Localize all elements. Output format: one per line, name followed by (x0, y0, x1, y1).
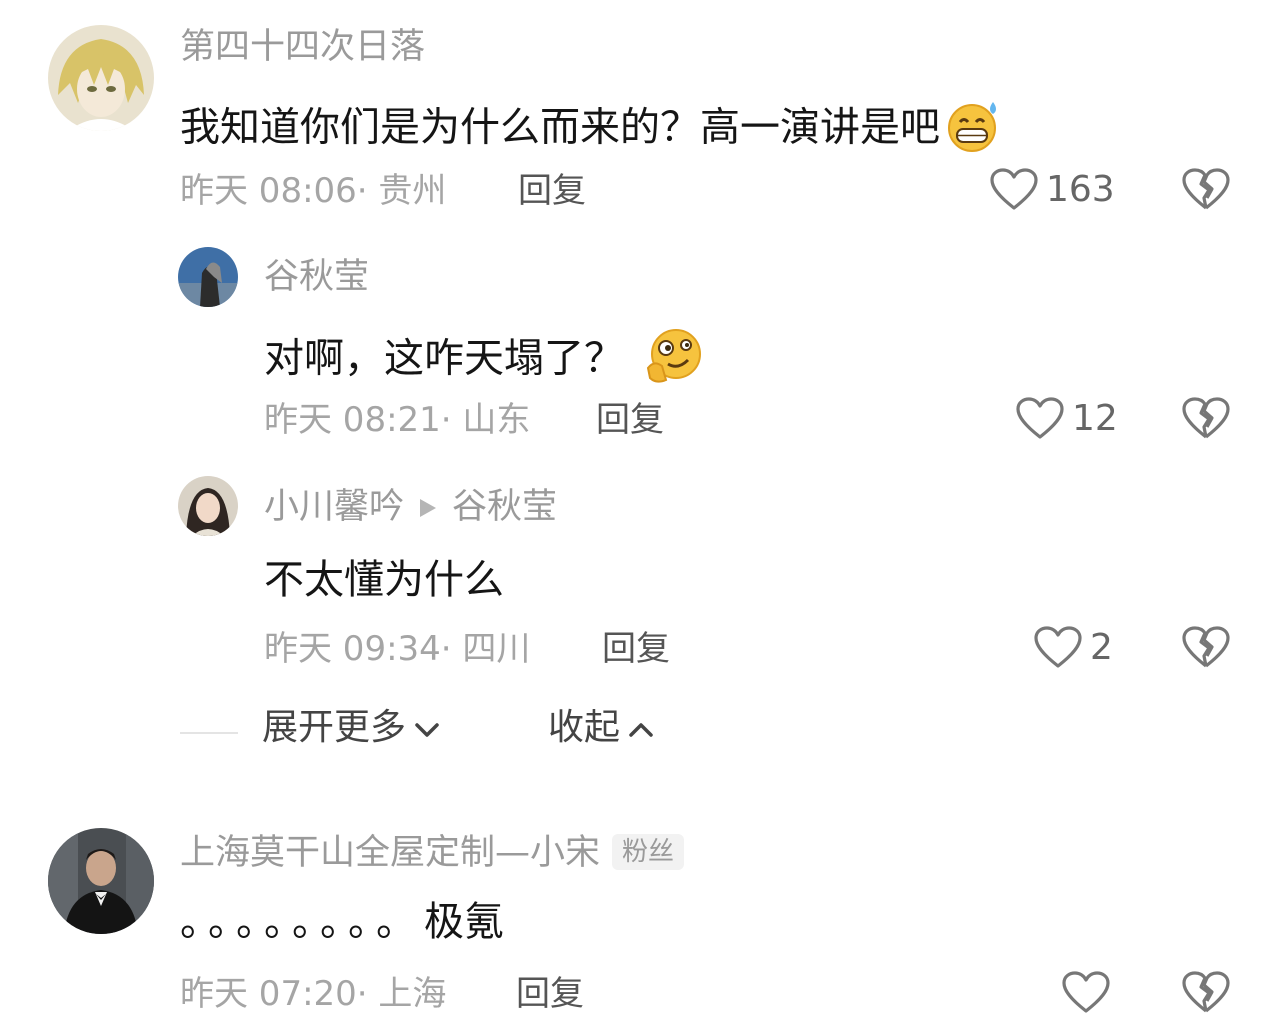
grinning-sweat-emoji-icon (944, 100, 1002, 159)
dislike-button[interactable] (1182, 626, 1230, 670)
broken-heart-icon (1182, 971, 1230, 1015)
comment-username[interactable]: 上海莫干山全屋定制—小宋 粉丝 (180, 834, 685, 871)
comment-username[interactable]: 谷秋莹 (264, 260, 369, 295)
dislike-button[interactable] (1182, 397, 1230, 441)
like-count: 12 (1072, 398, 1118, 439)
reply-button[interactable]: 回复 (516, 977, 584, 1011)
divider-line (180, 732, 238, 734)
heart-icon (1016, 397, 1064, 441)
broken-heart-icon (1182, 168, 1230, 212)
broken-heart-icon (1182, 626, 1230, 670)
comment-username[interactable]: 小川馨吟 谷秋莹 (264, 490, 557, 526)
avatar[interactable] (178, 476, 238, 536)
like-button[interactable] (1062, 971, 1118, 1015)
avatar[interactable] (48, 25, 154, 131)
like-count: 2 (1090, 627, 1113, 668)
zany-thinking-emoji-icon (644, 328, 704, 393)
reply-button[interactable]: 回复 (518, 174, 586, 208)
expand-label: 展开更多 (262, 707, 407, 748)
avatar[interactable] (178, 247, 238, 307)
expand-more-button[interactable]: 展开更多 (262, 710, 440, 746)
avatar[interactable] (48, 828, 154, 934)
chevron-down-icon (414, 710, 440, 746)
reply-target-username[interactable]: 谷秋莹 (452, 487, 557, 527)
comment-meta: 昨天 07:20· 上海 (180, 974, 447, 1014)
comment-meta: 昨天 09:34· 四川 (264, 629, 531, 669)
dislike-button[interactable] (1182, 168, 1230, 212)
like-count: 163 (1046, 169, 1115, 210)
thread-controls: 展开更多 收起 (180, 710, 700, 754)
comment-text: 对啊，这咋天塌了？ (264, 328, 704, 393)
like-button[interactable]: 2 (1034, 626, 1113, 670)
like-button[interactable]: 163 (990, 168, 1115, 212)
heart-icon (990, 168, 1038, 212)
fan-badge: 粉丝 (612, 834, 685, 870)
like-button[interactable]: 12 (1016, 397, 1118, 441)
reply-button[interactable]: 回复 (596, 403, 664, 437)
collapse-button[interactable]: 收起 (548, 710, 654, 746)
comment-meta: 昨天 08:21· 山东 (264, 400, 531, 440)
dislike-button[interactable] (1182, 971, 1230, 1015)
comment-text: 。。。。。。。。极氪 (180, 899, 504, 945)
comment-meta: 昨天 08:06· 贵州 (180, 171, 447, 211)
collapse-label: 收起 (548, 707, 621, 748)
heart-icon (1062, 971, 1110, 1015)
reply-arrow-icon (418, 491, 438, 526)
comment-text: 不太懂为什么 (264, 557, 504, 603)
comment-username[interactable]: 第四十四次日落 (180, 30, 425, 65)
reply-button[interactable]: 回复 (602, 632, 670, 666)
heart-icon (1034, 626, 1082, 670)
broken-heart-icon (1182, 397, 1230, 441)
chevron-up-icon (628, 710, 654, 746)
comment-text: 我知道你们是为什么而来的？高一演讲是吧 (180, 100, 1002, 159)
